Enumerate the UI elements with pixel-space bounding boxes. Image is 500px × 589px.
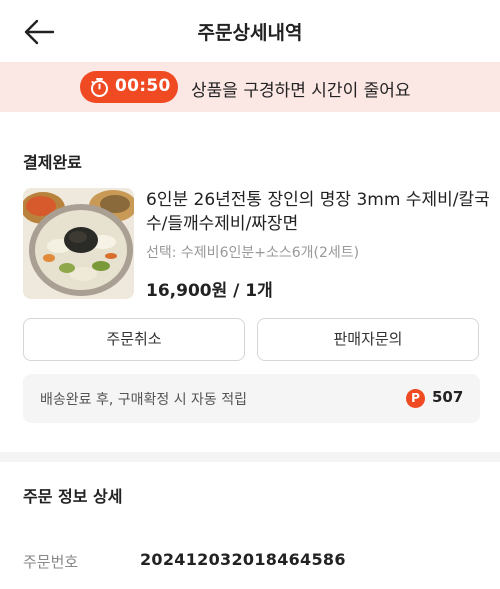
timer-banner[interactable]: 00:50 상품을 구경하면 시간이 줄어요 [0,62,500,112]
price-quantity: 16,900원 / 1개 [146,281,273,301]
points-value: 507 [432,388,464,406]
product-thumbnail[interactable] [23,188,134,299]
product-name[interactable]: 6인분 26년전통 장인의 명장 3mm 수제비/칼국수/들깨수제비/짜장면 [146,188,491,236]
points-notice: 배송완료 후, 구매확정 시 자동 적립 P 507 [23,374,480,423]
order-number-value: 20241203201846​4586 [140,550,346,569]
page-title: 주문상세내역 [197,22,303,44]
points-description: 배송완료 후, 구매확정 시 자동 적립 [40,392,248,408]
cancel-order-button[interactable]: 주문취소 [23,318,245,361]
page-header: 주문상세내역 [0,0,500,62]
order-details-title: 주문 정보 상세 [23,487,123,506]
order-number-label: 주문번호 [23,553,79,571]
stopwatch-icon [91,78,108,97]
point-icon: P [406,389,425,408]
contact-seller-button[interactable]: 판매자문의 [257,318,479,361]
banner-message: 상품을 구경하면 시간이 줄어요 [191,81,411,101]
section-divider [0,452,500,462]
product-image [23,188,134,299]
timer-value: 00:50 [115,76,171,96]
order-status: 결제완료 [23,153,82,172]
timer-badge: 00:50 [80,71,178,103]
product-option: 선택: 수제비6인분+소스6개(2세트) [146,245,360,261]
